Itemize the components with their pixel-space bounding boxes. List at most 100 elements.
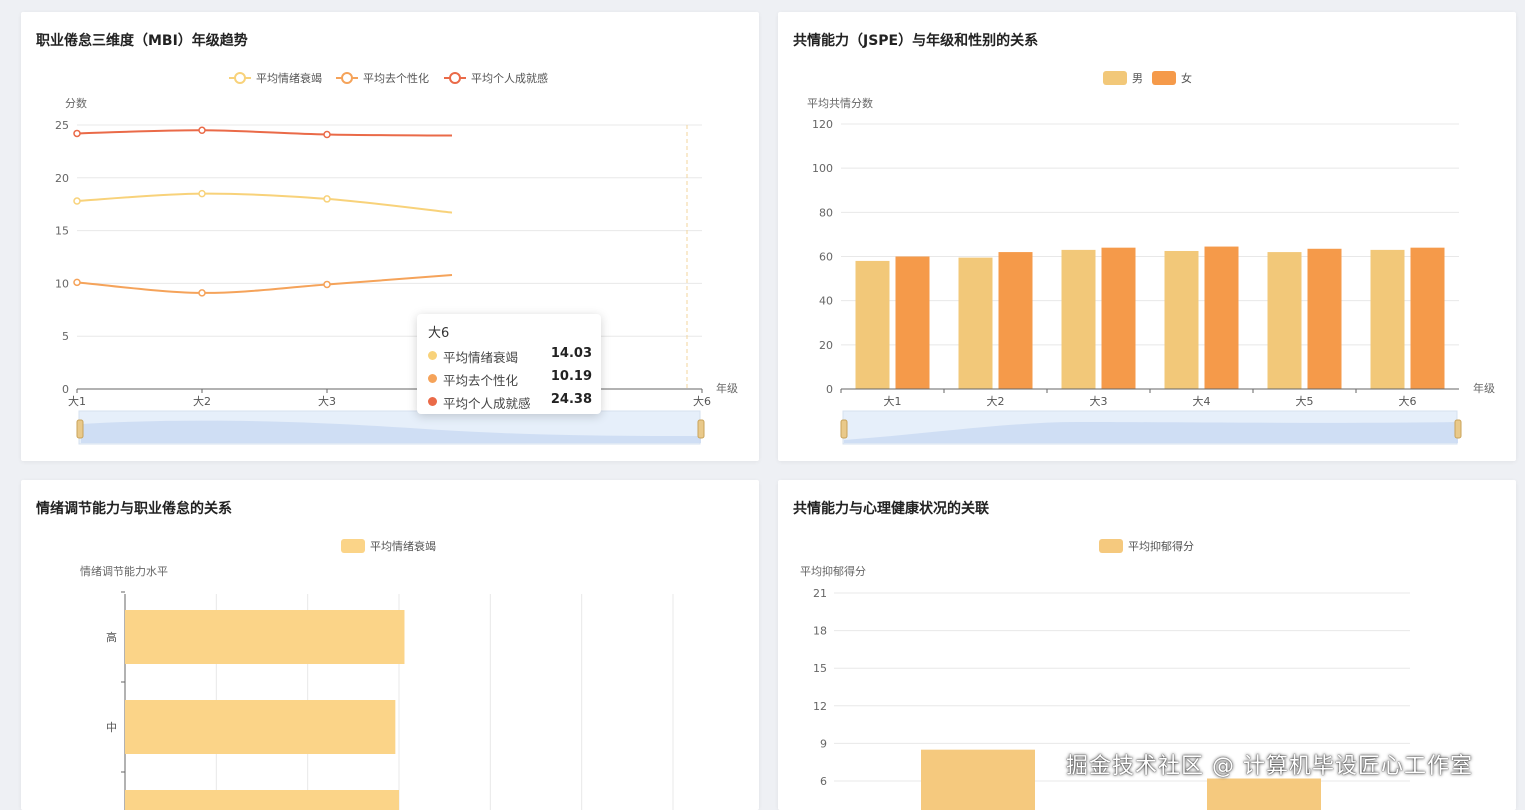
x-tick-label: 大1 [68, 394, 86, 408]
y-tick-label: 18 [813, 625, 827, 638]
legend-label: 平均情绪衰竭 [370, 539, 436, 553]
data-point [73, 278, 81, 287]
bar [1307, 248, 1342, 389]
legend-swatch-icon [1099, 539, 1123, 553]
bar [998, 252, 1033, 389]
bar [1101, 247, 1136, 389]
y-tick-label: 21 [813, 587, 827, 600]
y-tick-label: 5 [62, 330, 69, 343]
x-axis-label: 年级 [716, 381, 738, 395]
watermark: 掘金技术社区 @ 计算机毕设匠心工作室 [1066, 754, 1473, 779]
y-tick-label: 25 [55, 119, 69, 132]
bar [1164, 250, 1199, 389]
data-point [323, 130, 331, 139]
y-tick-label: 6 [820, 775, 827, 788]
bar [1204, 246, 1239, 389]
x-tick-label: 大5 [1296, 394, 1314, 408]
y-tick-label: 15 [55, 225, 69, 238]
y-tick-label: 20 [55, 172, 69, 185]
x-tick-label: 大2 [987, 394, 1005, 408]
bar [855, 260, 890, 389]
x-tick-label: 大4 [1193, 394, 1211, 408]
data-point [73, 129, 81, 138]
bar [921, 749, 1035, 810]
zoom-handle-right [697, 419, 705, 439]
y-tick-label: 60 [819, 251, 833, 264]
x-tick-label: 大6 [693, 394, 711, 408]
tooltip-series-value: 24.38 [550, 392, 592, 407]
zoom-handle-left [840, 419, 848, 439]
bar [125, 610, 405, 664]
tooltip-row: 平均去个性化 10.19 [428, 369, 592, 389]
legend-swatch-icon [341, 539, 365, 553]
bar [1410, 247, 1445, 389]
x-axis-label: 年级 [1473, 381, 1495, 395]
zoom-handle-right [1454, 419, 1462, 439]
y-tick-label: 100 [812, 162, 833, 175]
data-point [198, 189, 206, 198]
series-line [76, 192, 453, 214]
mbi-line-chart[interactable]: 平均情绪衰竭 平均去个性化 平均个人成就感分数年级0510152025大1 大2 大3 大… [21, 12, 759, 461]
bar [1207, 778, 1321, 810]
y-tick-label: 40 [819, 295, 833, 308]
legend-marker-icon [234, 72, 246, 84]
mbi-trend-card: 职业倦怠三维度（MBI）年级趋势 平均情绪衰竭 平均去个性化 平均个人成就感 分数 年级… [21, 12, 759, 461]
jspe-gender-card: 共情能力（JSPE）与年级和性别的关系 男女平均共情分数 年级 0 20 40 60 80 1… [778, 12, 1516, 461]
x-tick-label: 大3 [1090, 394, 1108, 408]
tooltip-series-name: 平均情绪衰竭 [443, 350, 519, 365]
legend-label: 平均去个性化 [363, 71, 429, 85]
bar [895, 256, 930, 389]
tooltip-series-name: 平均去个性化 [443, 373, 519, 388]
tooltip-series-value: 14.03 [550, 346, 592, 361]
data-point [198, 289, 206, 297]
data-point [323, 280, 331, 289]
emotion-bar-chart[interactable]: 平均情绪衰竭情绪调节能力水平高中低 [21, 480, 759, 810]
data-point [73, 197, 81, 205]
bar [958, 257, 993, 389]
y-axis-label: 分数 [65, 97, 87, 110]
jspe-bar-chart[interactable]: 男 女平均共情分数年级 0 20 40 60 80 100 120 大1 大2 大3 大4 大5 大6 [778, 12, 1516, 461]
y-tick-label: 120 [812, 118, 833, 131]
bar [1267, 252, 1302, 389]
legend-marker-icon [449, 72, 461, 84]
bar [1061, 249, 1096, 389]
legend-label: 女 [1181, 71, 1192, 85]
bar [1370, 249, 1405, 389]
zoom-handle-left [76, 419, 84, 439]
data-point [198, 126, 206, 135]
y-tick-label: 高 [106, 630, 117, 644]
y-axis-label: 平均抑郁得分 [800, 564, 866, 578]
y-tick-label: 9 [820, 737, 827, 750]
bar [125, 700, 396, 754]
series-line [76, 129, 453, 137]
tooltip-title: 大6 [428, 326, 450, 341]
y-axis-label: 情绪调节能力水平 [80, 564, 168, 578]
y-tick-label: 12 [813, 700, 827, 713]
tooltip-series-value: 10.19 [550, 369, 592, 384]
series-line [76, 273, 453, 294]
y-axis-label: 平均共情分数 [807, 97, 873, 110]
x-tick-label: 大2 [193, 394, 211, 408]
emotion-regulation-card: 情绪调节能力与职业倦怠的关系 平均情绪衰竭情绪调节能力水平高中低 [21, 480, 759, 810]
y-tick-label: 80 [819, 206, 833, 219]
x-tick-label: 大3 [318, 394, 336, 408]
y-tick-label: 0 [826, 383, 833, 396]
legend-label: 男 [1132, 72, 1143, 85]
series-dot-icon [428, 397, 437, 406]
y-tick-label: 20 [819, 339, 833, 352]
legend-label: 平均情绪衰竭 [256, 71, 322, 85]
x-tick-label: 大6 [1399, 394, 1417, 408]
y-tick-label: 10 [55, 277, 69, 290]
tooltip-series-name: 平均个人成就感 [443, 396, 531, 411]
legend-marker-icon [341, 72, 353, 84]
tooltip-row: 平均个人成就感 24.38 [428, 392, 592, 412]
y-tick-label: 15 [813, 662, 827, 675]
legend-swatch-icon [1152, 71, 1176, 85]
series-dot-icon [428, 351, 437, 360]
data-point [323, 195, 331, 203]
legend-swatch-icon [1103, 71, 1127, 85]
x-tick-label: 大1 [884, 394, 902, 408]
bar [125, 790, 399, 810]
tooltip-row: 平均情绪衰竭 14.03 [428, 346, 592, 366]
legend-label: 平均个人成就感 [471, 71, 548, 85]
